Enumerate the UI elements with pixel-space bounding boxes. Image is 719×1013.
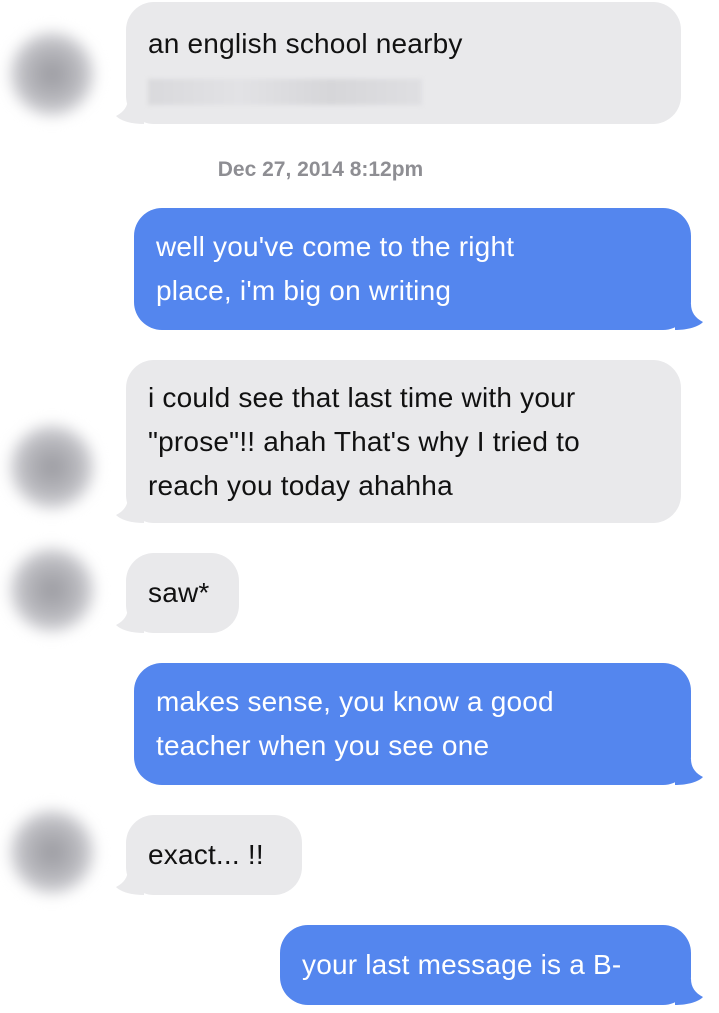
- bubble-tail: [116, 497, 144, 523]
- message-text: i could see that last time with your: [148, 382, 576, 413]
- message-text: an english school nearby: [148, 28, 463, 59]
- message-text: teacher when you see one: [156, 730, 490, 761]
- message-text: your last message is a B-: [302, 949, 622, 980]
- message-timestamp: Dec 27, 2014 8:12pm: [217, 158, 424, 181]
- message-text: reach you today ahahha: [148, 470, 453, 501]
- bubble-tail: [116, 607, 144, 633]
- redacted-text: [148, 79, 422, 105]
- message-text: place, i'm big on writing: [156, 275, 452, 306]
- message-bubble-outgoing[interactable]: makes sense, you know a good teacher whe…: [134, 663, 703, 785]
- message-text: saw*: [148, 577, 210, 608]
- message-bubble-incoming[interactable]: i could see that last time with your "pr…: [116, 360, 681, 523]
- message-bubble-incoming[interactable]: saw*: [116, 553, 239, 633]
- bubble-tail: [675, 979, 703, 1005]
- contact-avatar[interactable]: [10, 548, 94, 632]
- contact-avatar[interactable]: [10, 425, 94, 509]
- contact-avatar[interactable]: [10, 32, 94, 116]
- message-text: makes sense, you know a good: [156, 686, 554, 717]
- bubble-tail: [116, 98, 144, 124]
- bubble-tail: [675, 759, 703, 785]
- bubble-tail: [675, 304, 703, 330]
- contact-avatar[interactable]: [10, 810, 94, 894]
- message-text: exact... !!: [148, 839, 264, 870]
- message-text: well you've come to the right: [156, 231, 515, 262]
- message-text: "prose"!! ahah That's why I tried to: [148, 426, 580, 457]
- message-bubble-outgoing[interactable]: your last message is a B-: [280, 925, 703, 1005]
- message-bubble-incoming[interactable]: an english school nearby: [116, 2, 681, 124]
- bubble-tail: [116, 869, 144, 895]
- message-bubble-outgoing[interactable]: well you've come to the right place, i'm…: [134, 208, 703, 330]
- message-bubble-incoming[interactable]: exact... !!: [116, 815, 302, 895]
